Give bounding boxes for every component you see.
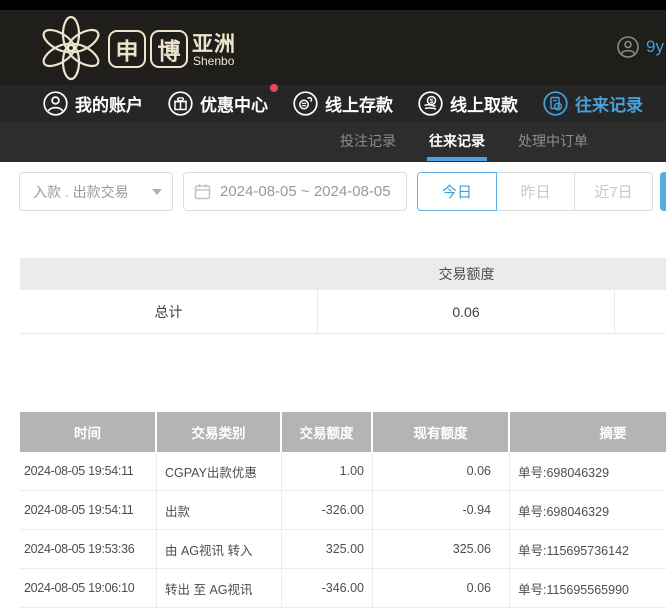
logo-char-shen: 申 [108,30,146,68]
page: 申 博 亚洲 Shenbo 9y 我的账户 [0,0,666,608]
chevron-down-icon [152,189,162,195]
cell-balance: -0.94 [373,491,510,529]
username-text[interactable]: 9y [646,37,664,57]
cell-amount: -326.00 [282,491,373,529]
notification-dot [270,84,278,92]
nav-item-my-account[interactable]: 我的账户 [43,91,143,116]
table-row: 2024-08-05 19:54:11 CGPAY出款优惠 1.00 0.06 … [20,452,666,491]
table-row: 2024-08-05 19:53:36 由 AG视讯 转入 325.00 325… [20,530,666,569]
account-icon [43,91,68,116]
svg-text:$: $ [430,98,434,105]
summary-total-label: 总计 [20,290,318,333]
transaction-type-value: 入款 . 出款交易 [33,182,152,202]
cell-amount: 325.00 [282,530,373,568]
nav-label: 我的账户 [75,91,143,116]
summary-total-row: 总计 0.06 [20,290,666,334]
search-button[interactable] [660,172,666,211]
record-subtabs: 投注记录 往来记录 处理中订单 [0,121,666,162]
tab-processing-orders[interactable]: 处理中订单 [518,121,588,162]
nav-label: 线上取款 [450,91,518,116]
main-nav: 我的账户 优惠中心 线上存款 [0,85,666,121]
cell-time: 2024-08-05 19:54:11 [20,491,157,529]
summary-total-value: 0.06 [318,290,615,333]
cell-amount: -346.00 [282,569,373,607]
calendar-icon [194,183,211,200]
cell-memo: 单号:698046329 [510,452,666,490]
cell-balance: 0.06 [373,452,510,490]
cell-balance: 0.06 [373,569,510,607]
cell-type: 出款 [157,491,282,529]
table-row: 2024-08-05 19:54:11 出款 -326.00 -0.94 单号:… [20,491,666,530]
cell-type: 由 AG视讯 转入 [157,530,282,568]
nav-item-online-deposit[interactable]: 线上存款 [293,91,393,116]
withdraw-icon: $ [418,91,443,116]
cell-type: 转出 至 AG视讯 [157,569,282,607]
transaction-type-select[interactable]: 入款 . 出款交易 [19,172,173,211]
deposit-icon [293,91,318,116]
table-header-row: 时间 交易类别 交易额度 现有额度 摘要 [20,412,666,452]
logo-subtitle: Shenbo [193,54,234,68]
nav-item-online-withdraw[interactable]: $ 线上取款 [418,91,518,116]
last7days-button[interactable]: 近7日 [575,172,653,211]
cell-time: 2024-08-05 19:54:11 [20,452,157,490]
cell-memo: 单号:698046329 [510,491,666,529]
summary-header-amount: 交易额度 [318,264,615,284]
col-header-time: 时间 [20,412,157,452]
date-range-picker[interactable]: 2024-08-05 ~ 2024-08-05 [183,172,407,211]
col-header-balance: 现有额度 [373,412,510,452]
nav-label: 往来记录 [575,91,643,116]
promotions-icon [168,91,193,116]
avatar-icon [617,36,639,58]
cell-memo: 单号:115695565990 [510,569,666,607]
table-row: 2024-08-05 19:06:10 转出 至 AG视讯 -346.00 0.… [20,569,666,608]
cell-time: 2024-08-05 19:06:10 [20,569,157,607]
today-button[interactable]: 今日 [417,172,497,211]
date-range-value: 2024-08-05 ~ 2024-08-05 [220,183,391,200]
nav-item-transaction-records[interactable]: 往来记录 [543,91,643,116]
col-header-amount: 交易额度 [282,412,373,452]
user-area[interactable]: 9y [617,36,664,58]
cell-time: 2024-08-05 19:53:36 [20,530,157,568]
col-header-type: 交易类别 [157,412,282,452]
lotus-logo-icon [36,13,106,83]
nav-label: 优惠中心 [200,91,268,116]
nav-item-promotions[interactable]: 优惠中心 [168,91,268,116]
nav-label: 线上存款 [325,91,393,116]
summary-table: 交易额度 总计 0.06 [20,258,666,334]
tab-betting-records[interactable]: 投注记录 [340,121,396,162]
summary-header-row: 交易额度 [20,258,666,290]
cell-amount: 1.00 [282,452,373,490]
transactions-table: 时间 交易类别 交易额度 现有额度 摘要 2024-08-05 19:54:11… [20,412,666,608]
tab-transaction-records[interactable]: 往来记录 [429,121,485,162]
cell-type: CGPAY出款优惠 [157,452,282,490]
top-strip [0,0,666,10]
brand-header: 申 博 亚洲 Shenbo 9y [0,10,666,85]
logo-char-bo: 博 [150,30,188,68]
cell-memo: 单号:115695736142 [510,530,666,568]
filter-row: 入款 . 出款交易 2024-08-05 ~ 2024-08-05 今日 昨日 … [0,172,666,211]
yesterday-button[interactable]: 昨日 [497,172,575,211]
records-icon [543,91,568,116]
col-header-memo: 摘要 [510,412,666,452]
cell-balance: 325.06 [373,530,510,568]
quick-date-buttons: 今日 昨日 近7日 [417,172,653,211]
